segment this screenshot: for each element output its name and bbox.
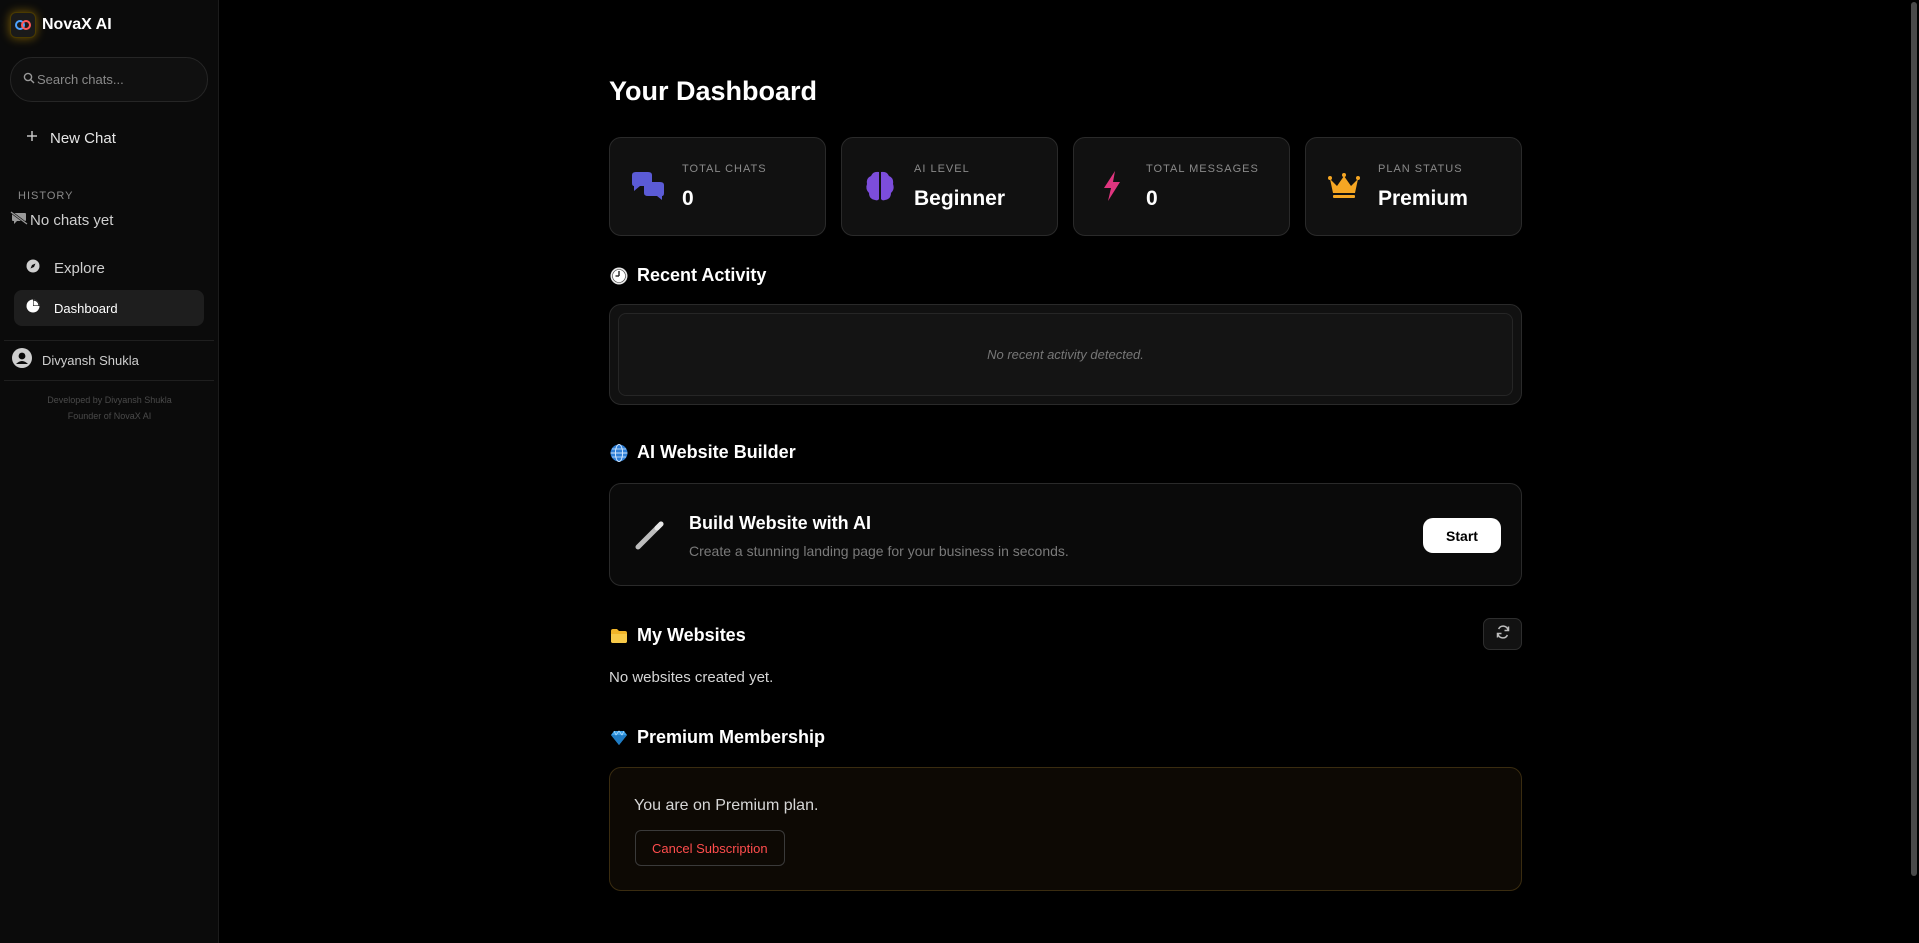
my-websites-heading: My Websites: [609, 625, 746, 646]
user-profile[interactable]: Divyansh Shukla: [12, 348, 139, 373]
app-title: NovaX AI: [42, 16, 112, 33]
no-chats-label: No chats yet: [30, 211, 114, 229]
sidebar: NovaX AI New Chat HISTORY No chats yet E…: [0, 0, 219, 943]
stat-card-total-messages: TOTAL MESSAGES 0: [1073, 137, 1290, 236]
sidebar-divider: [4, 380, 214, 381]
stat-card-ai-level: AI LEVEL Beginner: [841, 137, 1058, 236]
sidebar-item-dashboard[interactable]: Dashboard: [14, 290, 204, 326]
search-input[interactable]: [37, 72, 197, 87]
search-icon: [23, 71, 35, 89]
recent-activity-empty: No recent activity detected.: [618, 313, 1513, 396]
user-name: Divyansh Shukla: [42, 353, 139, 368]
globe-icon: [609, 443, 629, 463]
search-box[interactable]: [10, 57, 208, 102]
page-title: Your Dashboard: [609, 76, 818, 106]
sidebar-item-label: Dashboard: [54, 300, 118, 316]
folder-icon: [609, 626, 629, 646]
section-title-text: AI Website Builder: [637, 442, 796, 462]
compass-icon: [26, 259, 40, 278]
history-heading: HISTORY: [18, 190, 74, 202]
section-title-text: Recent Activity: [637, 265, 767, 285]
sidebar-divider: [4, 340, 214, 341]
scrollbar-thumb[interactable]: [1911, 2, 1917, 876]
crown-icon: [1326, 168, 1362, 204]
plus-icon: [26, 129, 38, 147]
pie-chart-icon: [26, 299, 40, 318]
stat-label: TOTAL MESSAGES: [1146, 163, 1259, 175]
cancel-subscription-button[interactable]: Cancel Subscription: [635, 830, 785, 866]
stat-value: 0: [1146, 187, 1158, 210]
website-builder-card: Build Website with AI Create a stunning …: [609, 483, 1522, 586]
credit-line: Founder of NovaX AI: [67, 411, 152, 421]
empty-message: No recent activity detected.: [987, 347, 1144, 362]
sidebar-item-explore[interactable]: Explore: [14, 250, 204, 286]
premium-membership-panel: You are on Premium plan. Cancel Subscrip…: [609, 767, 1522, 891]
developer-credit: Developed by Divyansh Shukla Founder of …: [0, 392, 219, 424]
start-button[interactable]: Start: [1423, 518, 1501, 553]
new-chat-button[interactable]: New Chat: [14, 124, 204, 152]
logo-icon: [10, 12, 36, 38]
user-avatar-icon: [12, 348, 32, 373]
stat-label: TOTAL CHATS: [682, 163, 767, 175]
section-title-text: My Websites: [637, 625, 746, 645]
bolt-icon: [1094, 168, 1130, 204]
builder-card-subtitle: Create a stunning landing page for your …: [689, 543, 1069, 559]
builder-card-title: Build Website with AI: [689, 513, 872, 533]
stat-value: Premium: [1378, 187, 1468, 210]
new-chat-label: New Chat: [50, 129, 116, 147]
gem-icon: [609, 728, 629, 748]
brain-icon: [862, 168, 898, 204]
premium-membership-heading: Premium Membership: [609, 727, 825, 748]
no-chats-message: No chats yet: [10, 211, 113, 229]
recent-activity-heading: Recent Activity: [609, 265, 766, 286]
stat-label: AI LEVEL: [914, 163, 970, 175]
comment-slash-icon: [10, 211, 28, 229]
refresh-button[interactable]: [1483, 618, 1522, 650]
no-websites-message: No websites created yet.: [609, 669, 774, 686]
section-title-text: Premium Membership: [637, 727, 826, 747]
plan-status-text: You are on Premium plan.: [634, 797, 819, 814]
brand[interactable]: NovaX AI: [10, 12, 112, 38]
sidebar-item-label: Explore: [54, 259, 105, 277]
stat-value: 0: [682, 187, 694, 210]
clock-icon: [609, 266, 629, 286]
stat-value: Beginner: [914, 187, 1006, 210]
stat-card-total-chats: TOTAL CHATS 0: [609, 137, 826, 236]
stat-label: PLAN STATUS: [1378, 163, 1463, 175]
credit-line: Developed by Divyansh Shukla: [47, 395, 172, 405]
refresh-icon: [1496, 624, 1510, 644]
chat-bubbles-icon: [630, 168, 666, 204]
website-builder-heading: AI Website Builder: [609, 442, 796, 463]
recent-activity-panel: No recent activity detected.: [609, 304, 1522, 405]
magic-wand-icon: [632, 516, 668, 552]
stat-card-plan-status: PLAN STATUS Premium: [1305, 137, 1522, 236]
page-scrollbar[interactable]: [1909, 0, 1919, 943]
